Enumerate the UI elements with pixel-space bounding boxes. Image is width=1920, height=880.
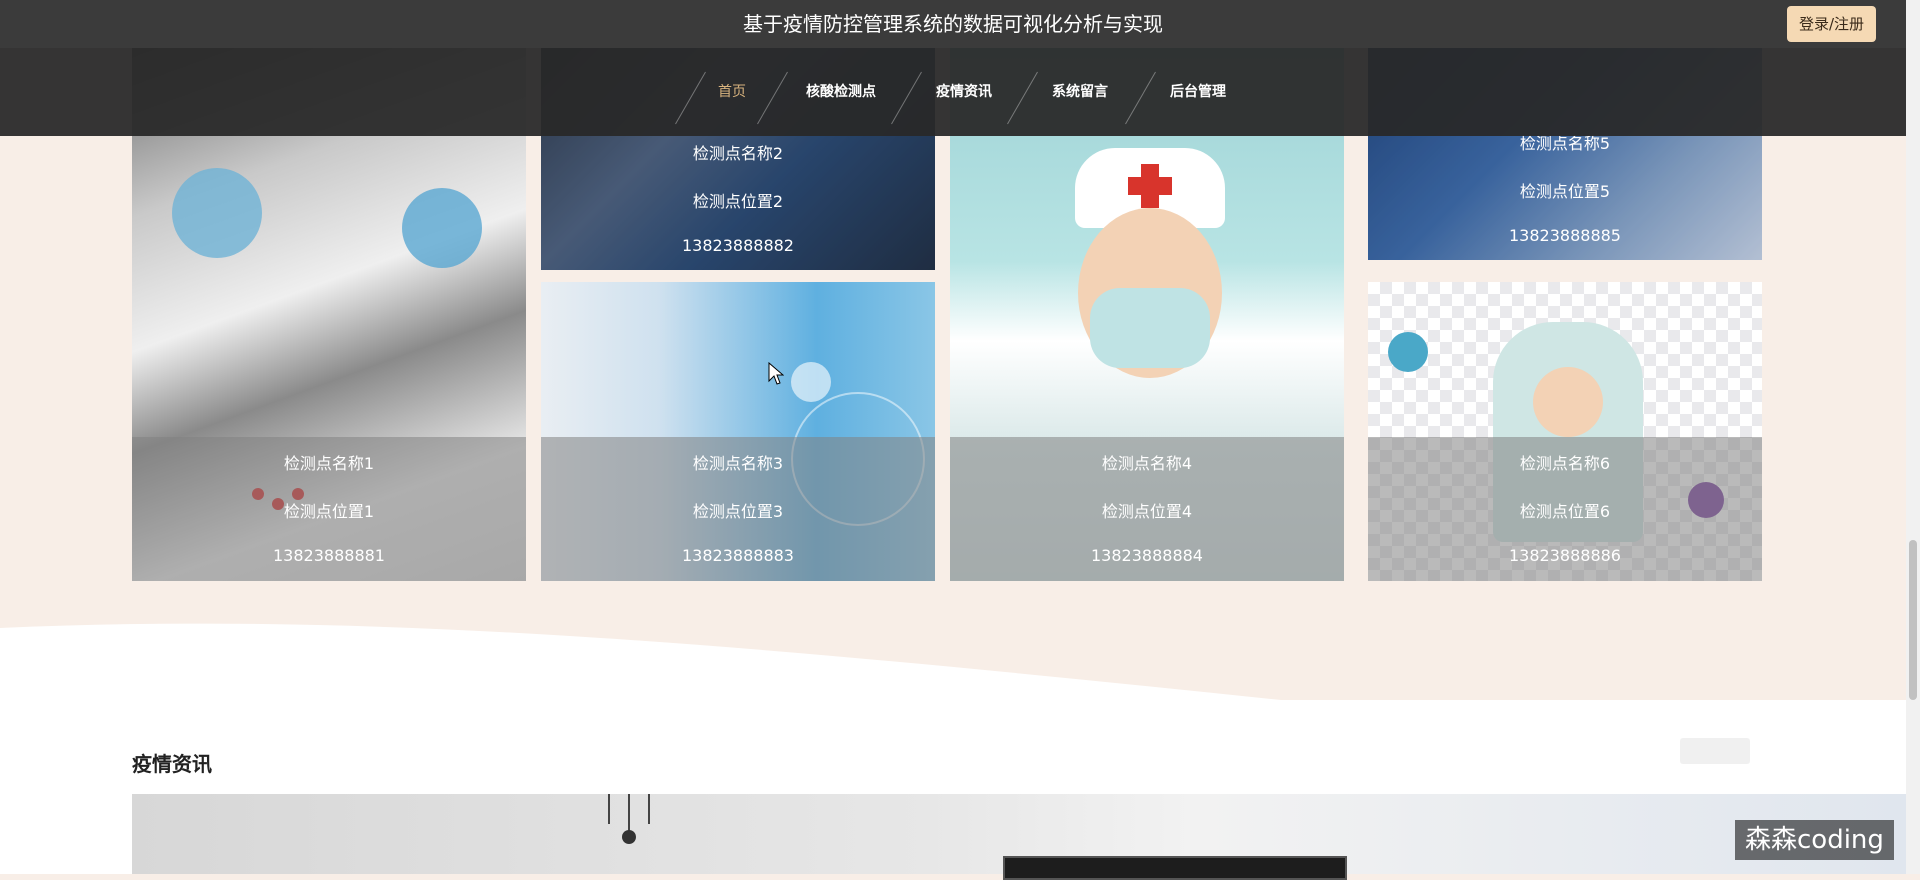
test-point-phone: 13823888882 bbox=[682, 236, 794, 255]
test-point-location: 检测点位置1 bbox=[283, 502, 375, 521]
monitor-illustration bbox=[1003, 856, 1347, 880]
nav-separator bbox=[1125, 71, 1156, 125]
test-point-name: 检测点名称4 bbox=[1101, 454, 1193, 473]
nav-separator bbox=[891, 71, 922, 125]
main-nav: 首页 核酸检测点 疫情资讯 系统留言 后台管理 bbox=[0, 48, 1906, 136]
nav-item-news[interactable]: 疫情资讯 bbox=[936, 48, 992, 136]
test-point-phone: 13823888886 bbox=[1509, 546, 1621, 565]
mouse-cursor-icon bbox=[768, 362, 784, 385]
test-point-phone: 13823888885 bbox=[1509, 226, 1621, 245]
test-point-name: 检测点名称3 bbox=[692, 454, 784, 473]
page-scrollbar[interactable] bbox=[1906, 0, 1920, 874]
nurse-mask bbox=[1090, 288, 1210, 368]
nav-separator bbox=[1007, 71, 1038, 125]
lamp-wire bbox=[608, 794, 610, 824]
news-section-title: 疫情资讯 bbox=[132, 752, 212, 776]
nav-item-test-points[interactable]: 核酸检测点 bbox=[806, 48, 876, 136]
video-watermark: 森森coding bbox=[1735, 820, 1894, 860]
test-point-location: 检测点位置3 bbox=[692, 502, 784, 521]
mask-illustration bbox=[172, 168, 262, 258]
mask-illustration bbox=[402, 188, 482, 268]
nav-separator bbox=[675, 71, 706, 125]
test-point-phone: 13823888883 bbox=[682, 546, 794, 565]
red-cross-icon bbox=[1128, 177, 1172, 195]
test-point-card-3[interactable]: 检测点名称3 检测点位置3 13823888883 bbox=[541, 282, 935, 581]
nav-item-admin[interactable]: 后台管理 bbox=[1170, 48, 1226, 136]
test-point-location: 检测点位置2 bbox=[692, 192, 784, 211]
test-point-name: 检测点名称1 bbox=[283, 454, 375, 473]
scrollbar-thumb[interactable] bbox=[1909, 540, 1917, 700]
virus-icon bbox=[1388, 332, 1428, 372]
test-point-phone: 13823888881 bbox=[273, 546, 385, 565]
test-point-name: 检测点名称2 bbox=[692, 144, 784, 163]
nav-item-home[interactable]: 首页 bbox=[718, 48, 746, 136]
test-point-name: 检测点名称6 bbox=[1519, 454, 1611, 473]
more-news-button[interactable] bbox=[1680, 738, 1750, 764]
test-point-location: 检测点位置5 bbox=[1519, 182, 1611, 201]
top-header: 基于疫情防控管理系统的数据可视化分析与实现 登录/注册 bbox=[0, 0, 1906, 48]
site-title: 基于疫情防控管理系统的数据可视化分析与实现 bbox=[743, 12, 1163, 36]
lamp-shade bbox=[622, 830, 636, 844]
lamp-wire bbox=[648, 794, 650, 824]
test-point-phone: 13823888884 bbox=[1091, 546, 1203, 565]
test-point-location: 检测点位置4 bbox=[1101, 502, 1193, 521]
nav-item-messages[interactable]: 系统留言 bbox=[1052, 48, 1108, 136]
login-register-button[interactable]: 登录/注册 bbox=[1786, 6, 1876, 42]
light-spot bbox=[791, 362, 831, 402]
nurse-face bbox=[1533, 367, 1603, 437]
test-point-card-6[interactable]: 检测点名称6 检测点位置6 13823888886 bbox=[1368, 282, 1762, 581]
test-point-location: 检测点位置6 bbox=[1519, 502, 1611, 521]
lamp-wire bbox=[628, 794, 630, 834]
nav-separator bbox=[757, 71, 788, 125]
